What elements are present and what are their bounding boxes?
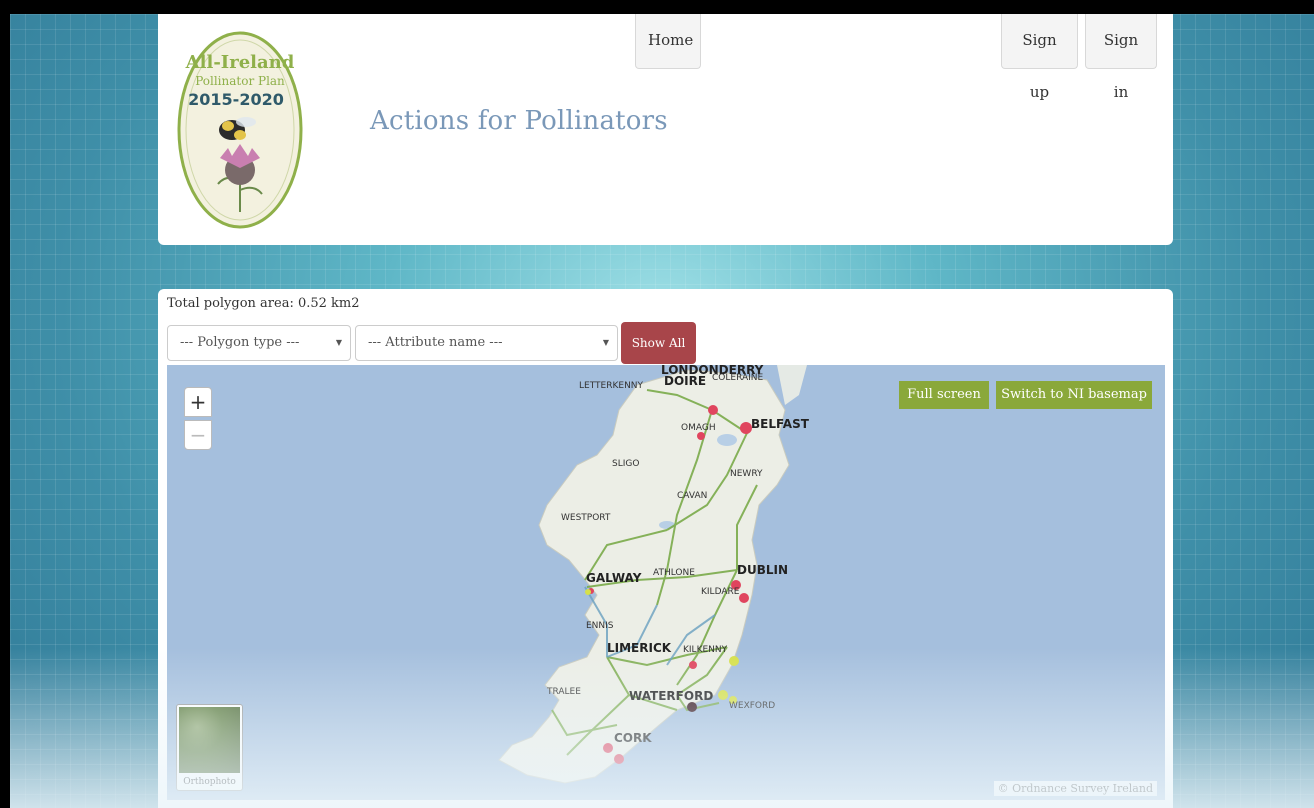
- city-label: DOIRE: [664, 374, 707, 388]
- city-label: CORK: [614, 731, 652, 745]
- show-all-button[interactable]: Show All: [621, 322, 696, 364]
- city-label: OMAGH: [681, 423, 716, 433]
- orthophoto-basemap-toggle[interactable]: Orthophoto: [176, 704, 243, 791]
- sign-up-button[interactable]: Sign up: [1001, 14, 1078, 101]
- header-card: All-Ireland Pollinator Plan 2015-2020 Ac…: [158, 14, 1173, 245]
- zoom-in-button[interactable]: +: [184, 387, 212, 417]
- attribute-name-select[interactable]: --- Attribute name --- ▼: [355, 325, 618, 361]
- city-label: DUBLIN: [737, 563, 789, 577]
- svg-text:Pollinator Plan: Pollinator Plan: [195, 74, 285, 88]
- city-label: GALWAY: [586, 571, 642, 585]
- city-label: CAVAN: [677, 491, 708, 501]
- switch-ni-basemap-button[interactable]: Switch to NI basemap: [996, 381, 1152, 409]
- svg-text:All-Ireland: All-Ireland: [185, 52, 295, 73]
- orthophoto-thumbnail: [179, 707, 240, 773]
- caret-down-icon: ▼: [602, 338, 609, 347]
- city-label: ENNIS: [586, 621, 614, 631]
- city-label: WESTPORT: [561, 513, 611, 523]
- total-polygon-area: Total polygon area: 0.52 km2: [167, 296, 360, 311]
- attribute-name-select-value: --- Attribute name ---: [368, 335, 503, 350]
- zoom-out-button[interactable]: −: [184, 420, 212, 450]
- sign-in-button[interactable]: Sign in: [1085, 14, 1157, 101]
- city-label: SLIGO: [612, 459, 640, 469]
- city-label: BELFAST: [751, 417, 809, 431]
- city-label: COLERAINE: [712, 373, 764, 383]
- city-label: KILKENNY: [683, 645, 728, 655]
- site-title[interactable]: Actions for Pollinators: [370, 106, 668, 136]
- city-label: KILDARE: [701, 587, 740, 597]
- orthophoto-label: Orthophoto: [183, 777, 236, 787]
- city-label: LIMERICK: [607, 641, 672, 655]
- city-label: NEWRY: [730, 469, 763, 479]
- svg-text:2015-2020: 2015-2020: [188, 90, 284, 109]
- city-label: ATHLONE: [653, 568, 695, 578]
- caret-down-icon: ▼: [335, 338, 342, 347]
- polygon-type-select[interactable]: --- Polygon type --- ▼: [167, 325, 351, 361]
- map-attribution: © Ordnance Survey Ireland: [993, 781, 1157, 796]
- map-canvas[interactable]: LONDONDERRY DOIRE LETTERKENNY COLERAINE …: [167, 365, 1165, 800]
- city-label: WEXFORD: [729, 701, 776, 711]
- polygon-type-select-value: --- Polygon type ---: [180, 335, 300, 350]
- city-label: WATERFORD: [629, 689, 714, 703]
- full-screen-button[interactable]: Full screen: [899, 381, 989, 409]
- map-panel: Total polygon area: 0.52 km2 --- Polygon…: [158, 289, 1173, 808]
- city-label: TRALEE: [547, 687, 581, 697]
- page-background: All-Ireland Pollinator Plan 2015-2020 Ac…: [10, 14, 1314, 808]
- pollinator-plan-logo[interactable]: All-Ireland Pollinator Plan 2015-2020: [176, 30, 304, 230]
- home-button[interactable]: Home: [635, 14, 701, 69]
- ireland-map-graphic: [498, 365, 807, 784]
- city-label: LETTERKENNY: [579, 381, 644, 391]
